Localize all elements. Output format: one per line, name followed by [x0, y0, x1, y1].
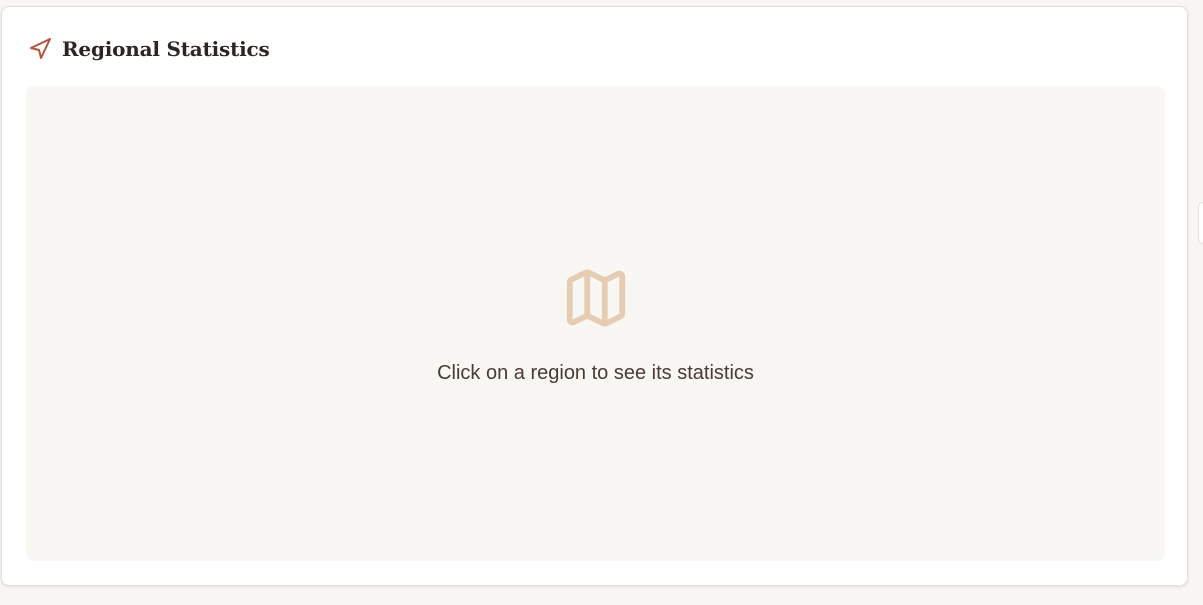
- card-title: Regional Statistics: [62, 37, 270, 61]
- side-panel-toggle-tab[interactable]: [1198, 202, 1203, 244]
- navigation-arrow-icon: [30, 38, 51, 59]
- regional-statistics-card: Regional Statistics Click on a region to…: [1, 6, 1188, 586]
- empty-state-message: Click on a region to see its statistics: [437, 362, 754, 384]
- statistics-empty-state-panel: Click on a region to see its statistics: [26, 86, 1165, 561]
- map-icon: [566, 269, 626, 327]
- card-header: Regional Statistics: [28, 37, 270, 61]
